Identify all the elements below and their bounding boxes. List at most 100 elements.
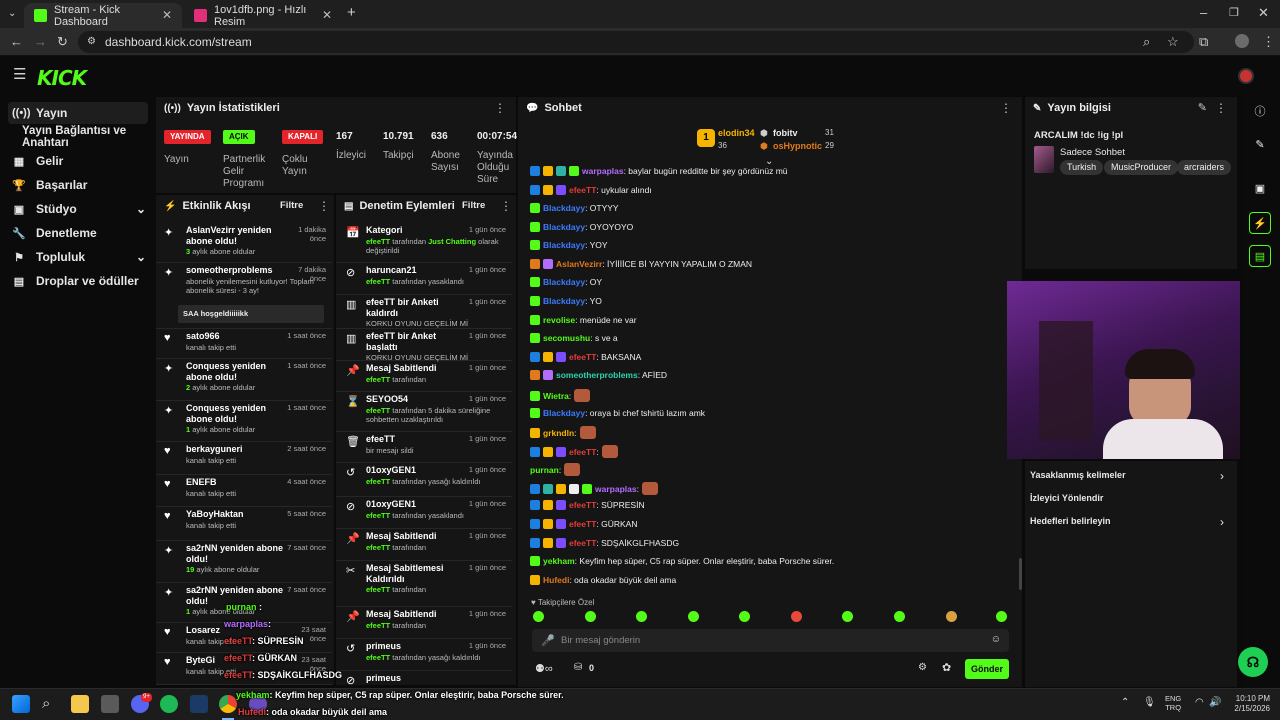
chevron-right-icon[interactable]: › bbox=[1220, 469, 1224, 483]
emoji-icon[interactable]: ☺ bbox=[991, 634, 1001, 645]
leader-name[interactable]: fobitv bbox=[773, 128, 798, 138]
chat-username[interactable]: efeeTT bbox=[569, 538, 596, 548]
chat-username[interactable]: Hufedi bbox=[543, 575, 569, 585]
moderation-row[interactable]: 🗑 efeeTT bir mesajı sildi 1 gün önce bbox=[336, 432, 512, 463]
layout-icon[interactable]: ▣ bbox=[1249, 178, 1271, 200]
tab-image[interactable]: 1ov1dfb.png - Hızlı Resim ✕ bbox=[184, 3, 342, 28]
emote-icon[interactable] bbox=[636, 611, 647, 622]
moderation-row[interactable]: ⊘ 01oxyGEN1 efeeTT tarafından yasaklandı 1 … bbox=[336, 497, 512, 529]
filter-button[interactable]: Filtre bbox=[280, 200, 303, 211]
new-tab-icon[interactable]: + bbox=[347, 5, 356, 20]
activity-row[interactable]: ✦ someotherproblems abonelik yenilemesini … bbox=[156, 263, 332, 329]
gift-icon[interactable]: ✿ bbox=[942, 661, 951, 674]
sidebar-item-stream[interactable]: ((•)) Yayın bbox=[8, 102, 148, 124]
edit-icon[interactable]: ✎ bbox=[1198, 101, 1207, 114]
moderation-row[interactable]: ▥ efeeTT bir Anketi kaldırdı KORKU OYUNU G… bbox=[336, 295, 512, 329]
spotify-icon[interactable] bbox=[160, 695, 178, 713]
moderation-row[interactable]: ✂ Mesaj Sabitlemesi Kaldırıldı efeeTT tara… bbox=[336, 561, 512, 607]
chrome-icon[interactable] bbox=[219, 695, 237, 713]
kick-logo[interactable]: KICK bbox=[37, 66, 87, 90]
clock[interactable]: 10:10 PM 2/15/2026 bbox=[1228, 694, 1270, 714]
forward-icon[interactable]: → bbox=[34, 35, 47, 49]
chat-scrollbar[interactable] bbox=[1019, 558, 1022, 590]
chat-message[interactable]: Blackdayy: OY bbox=[530, 277, 602, 288]
chat-message[interactable]: efeeTT: GÜRKAN bbox=[530, 519, 638, 530]
lightning-icon[interactable]: ⚡ bbox=[1249, 212, 1271, 234]
info-icon[interactable]: ⓘ bbox=[1249, 101, 1271, 123]
chat-input-box[interactable]: 🎤 Bir mesaj gönderin ☺ bbox=[532, 629, 1009, 652]
leader-name[interactable]: elodin34 bbox=[718, 128, 755, 138]
chat-message[interactable]: revolise: menüde ne var bbox=[530, 315, 637, 326]
chat-message[interactable]: purnan: bbox=[530, 463, 581, 476]
chat-username[interactable]: warpaplas bbox=[582, 166, 624, 176]
chat-message[interactable]: warpaplas: baylar bugün redditte bir şey… bbox=[530, 166, 788, 177]
moderation-row[interactable]: ⊘ primeus bbox=[336, 671, 512, 685]
search-icon[interactable]: ⌕ bbox=[42, 695, 60, 713]
chat-message[interactable]: Blackdayy: YO bbox=[530, 296, 602, 307]
emote-icon[interactable] bbox=[739, 611, 750, 622]
chat-message[interactable]: yekham: Keyfim hep süper, C5 rap süper. … bbox=[530, 556, 834, 567]
more-options-icon[interactable]: ⋮ bbox=[1215, 101, 1227, 115]
emote-icon[interactable] bbox=[842, 611, 853, 622]
window-close-icon[interactable]: ✕ bbox=[1258, 6, 1269, 20]
emote-icon[interactable] bbox=[946, 611, 957, 622]
chat-message[interactable]: someotherproblems: AFİED bbox=[530, 370, 667, 381]
sidebar-item-stream-key[interactable]: Yayın Bağlantısı ve Anahtarı bbox=[22, 125, 162, 149]
chat-message[interactable]: warpaplas: bbox=[530, 482, 658, 495]
document-icon[interactable]: ▤ bbox=[1249, 245, 1271, 267]
chat-message[interactable]: efeeTT: BAKSANA bbox=[530, 352, 641, 363]
activity-row[interactable]: ♥ YaBoyHaktan kanalı takip etti 5 saat önce bbox=[156, 507, 332, 541]
send-button[interactable]: Gönder bbox=[965, 659, 1009, 679]
chat-username[interactable]: Blackdayy bbox=[543, 203, 585, 213]
microphone-icon[interactable]: 🎤 bbox=[541, 634, 555, 647]
chat-message[interactable]: Blackdayy: YOY bbox=[530, 240, 608, 251]
chat-username[interactable]: Blackdayy bbox=[543, 240, 585, 250]
zoom-icon[interactable]: ⌕ bbox=[1143, 35, 1150, 49]
moderation-row[interactable]: 📌 Mesaj Sabitlendi efeeTT tarafından 1 gün … bbox=[336, 607, 512, 639]
chat-message[interactable]: grkndln: bbox=[530, 426, 596, 439]
more-options-icon[interactable]: ⋮ bbox=[494, 101, 506, 115]
close-icon[interactable]: ✕ bbox=[322, 8, 332, 22]
close-icon[interactable]: ✕ bbox=[162, 8, 172, 22]
profile-avatar[interactable] bbox=[1235, 34, 1249, 48]
edit-icon[interactable]: ✎ bbox=[1249, 134, 1271, 156]
wifi-icon[interactable]: ◠ bbox=[1195, 697, 1204, 708]
chat-username[interactable]: efeeTT bbox=[569, 185, 596, 195]
bookmark-star-icon[interactable]: ☆ bbox=[1167, 35, 1179, 49]
more-options-icon[interactable]: ⋮ bbox=[500, 199, 512, 213]
chat-message[interactable]: Blackdayy: OYOYOYO bbox=[530, 222, 633, 233]
chat-username[interactable]: revolise bbox=[543, 315, 575, 325]
reload-icon[interactable]: ↻ bbox=[57, 35, 68, 49]
more-options-icon[interactable]: ⋮ bbox=[1000, 101, 1012, 115]
chevron-right-icon[interactable]: › bbox=[1220, 515, 1224, 529]
tab-kick-dashboard[interactable]: Stream - Kick Dashboard ✕ bbox=[24, 3, 182, 28]
language-indicator[interactable]: ENG TRQ bbox=[1165, 694, 1181, 712]
support-chat-icon[interactable]: ☊ bbox=[1238, 647, 1268, 677]
emote-icon[interactable] bbox=[894, 611, 905, 622]
chat-username[interactable]: grkndln bbox=[543, 428, 574, 438]
chat-message[interactable]: Blackdayy: oraya bi chef tshirtü lazım a… bbox=[530, 408, 705, 419]
activity-row[interactable]: ✦ Conquess yeniden abone oldu! 2 aylık abo… bbox=[156, 359, 332, 401]
sidebar-item-studio[interactable]: ▣ Stüdyo ⌄ bbox=[8, 198, 148, 220]
chat-username[interactable]: Wietra bbox=[543, 391, 569, 401]
extensions-icon[interactable]: ⧉ bbox=[1199, 35, 1208, 49]
chat-message[interactable]: Blackdayy: OTYYY bbox=[530, 203, 619, 214]
minimize-icon[interactable]: – bbox=[1200, 6, 1207, 20]
filter-button[interactable]: Filtre bbox=[462, 200, 485, 211]
emote-icon[interactable] bbox=[533, 611, 544, 622]
site-info-icon[interactable]: ⚙ bbox=[87, 35, 96, 49]
moderation-row[interactable]: ⊘ haruncan21 efeeTT tarafından yasaklandı 1… bbox=[336, 263, 512, 295]
users-icon[interactable]: ⚉∞ bbox=[535, 662, 553, 675]
banned-words-link[interactable]: Yasaklanmış kelimeler bbox=[1030, 470, 1126, 480]
emote-icon[interactable] bbox=[585, 611, 596, 622]
moderation-row[interactable]: ▥ efeeTT bir Anket başlattı KORKU OYUNU GE… bbox=[336, 329, 512, 362]
chat-message[interactable]: efeeTT: SÜPRESİN bbox=[530, 500, 645, 511]
sidebar-item-achievements[interactable]: 🏆 Başarılar bbox=[8, 174, 148, 196]
chat-message[interactable]: efeeTT: uykular alındı bbox=[530, 185, 652, 196]
chat-message[interactable]: AslanVezirr: İYİİİİCE Bİ YAYYIN YAPALIM … bbox=[530, 259, 752, 270]
chat-username[interactable]: purnan bbox=[530, 465, 559, 475]
activity-row[interactable]: ♥ sato966 kanalı takip etti 1 saat önce bbox=[156, 329, 332, 359]
chat-username[interactable]: yekham bbox=[543, 556, 575, 566]
activity-row[interactable]: ✦ sa2rNN yeniden abone oldu! 19 aylık abon… bbox=[156, 541, 332, 583]
tray-chevron-icon[interactable]: ⌃ bbox=[1121, 697, 1129, 708]
